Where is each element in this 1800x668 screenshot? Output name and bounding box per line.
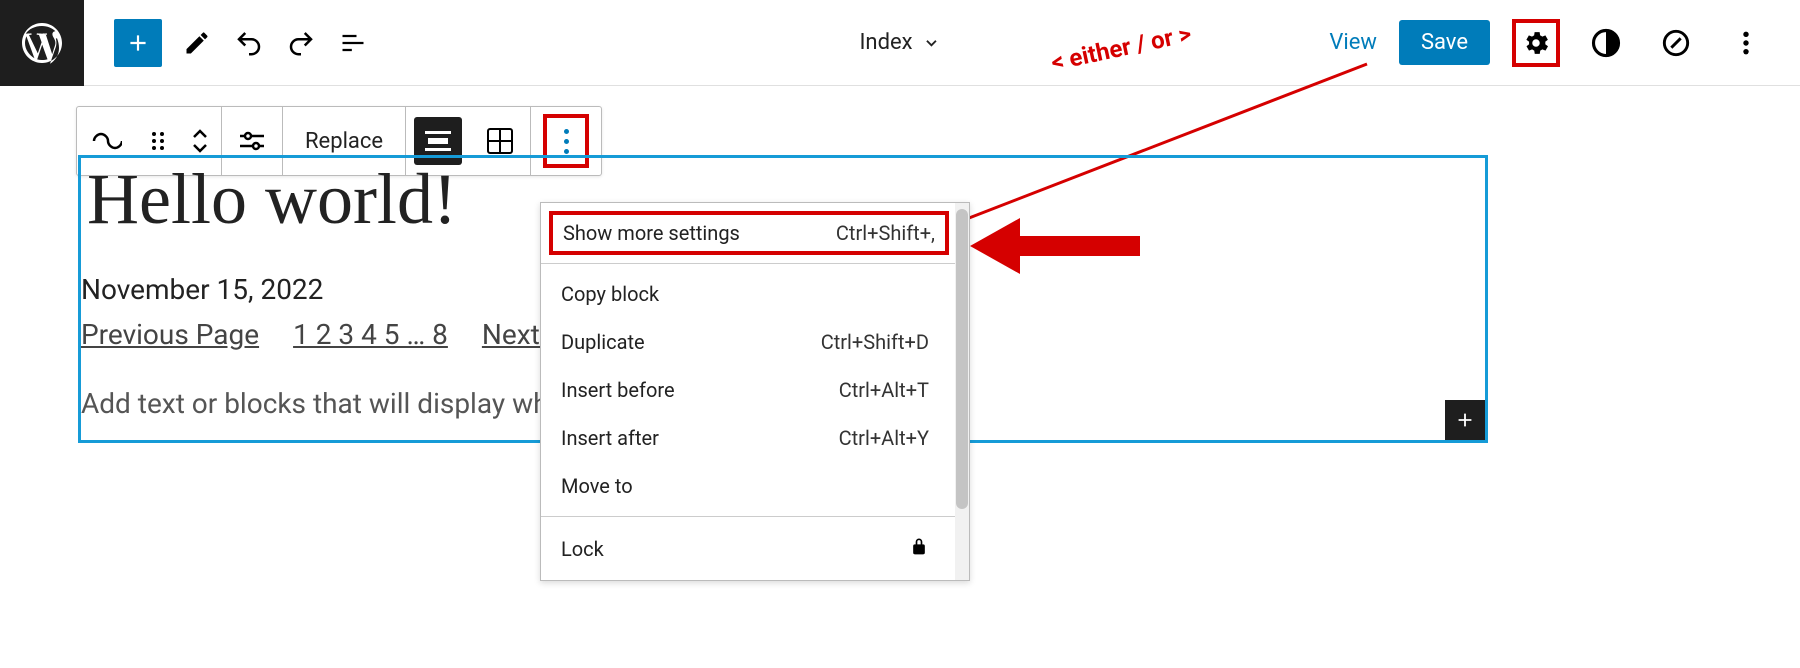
menu-item-move-to[interactable]: Move to — [541, 462, 969, 510]
template-label: Index — [859, 30, 912, 55]
toolbar-left — [84, 19, 370, 67]
annotation-arrow — [970, 218, 1140, 278]
block-type-icon[interactable] — [77, 131, 137, 151]
prev-page-link[interactable]: Previous Page — [81, 318, 259, 351]
block-options-menu: Show more settings Ctrl+Shift+, Copy blo… — [540, 202, 970, 581]
menu-item-insert-after[interactable]: Insert after Ctrl+Alt+Y — [541, 414, 969, 462]
menu-scrollbar[interactable] — [955, 203, 969, 580]
toolbar-right: View Save — [1329, 19, 1800, 67]
wordpress-logo[interactable] — [0, 0, 84, 86]
page-numbers[interactable]: 1 2 3 4 5 … 8 — [293, 318, 448, 351]
drag-handle-icon[interactable] — [137, 129, 179, 153]
grid-icon[interactable] — [470, 127, 530, 155]
move-arrows-icon[interactable] — [179, 128, 221, 154]
settings-gear-icon[interactable] — [1512, 19, 1560, 67]
help-icon[interactable] — [1652, 19, 1700, 67]
top-toolbar: Index View Save — [0, 0, 1800, 86]
menu-item-duplicate[interactable]: Duplicate Ctrl+Shift+D — [541, 318, 969, 366]
save-button[interactable]: Save — [1399, 20, 1490, 65]
menu-item-lock[interactable]: Lock — [541, 523, 969, 574]
menu-item-copy-block[interactable]: Copy block — [541, 270, 969, 318]
menu-item-show-more-settings[interactable]: Show more settings Ctrl+Shift+, — [549, 211, 949, 255]
view-link[interactable]: View — [1329, 30, 1377, 55]
edit-icon[interactable] — [180, 26, 214, 60]
list-view-icon[interactable] — [336, 26, 370, 60]
replace-button[interactable]: Replace — [283, 129, 405, 154]
more-options-icon[interactable] — [1722, 19, 1770, 67]
menu-item-insert-before[interactable]: Insert before Ctrl+Alt+T — [541, 366, 969, 414]
undo-icon[interactable] — [232, 26, 266, 60]
template-selector[interactable]: Index — [859, 30, 940, 55]
chevron-down-icon — [923, 34, 941, 52]
redo-icon[interactable] — [284, 26, 318, 60]
lock-icon — [909, 535, 929, 562]
filters-icon[interactable] — [222, 129, 282, 153]
add-block-button[interactable] — [114, 19, 162, 67]
add-block-inline-button[interactable] — [1445, 400, 1485, 440]
styles-icon[interactable] — [1582, 19, 1630, 67]
